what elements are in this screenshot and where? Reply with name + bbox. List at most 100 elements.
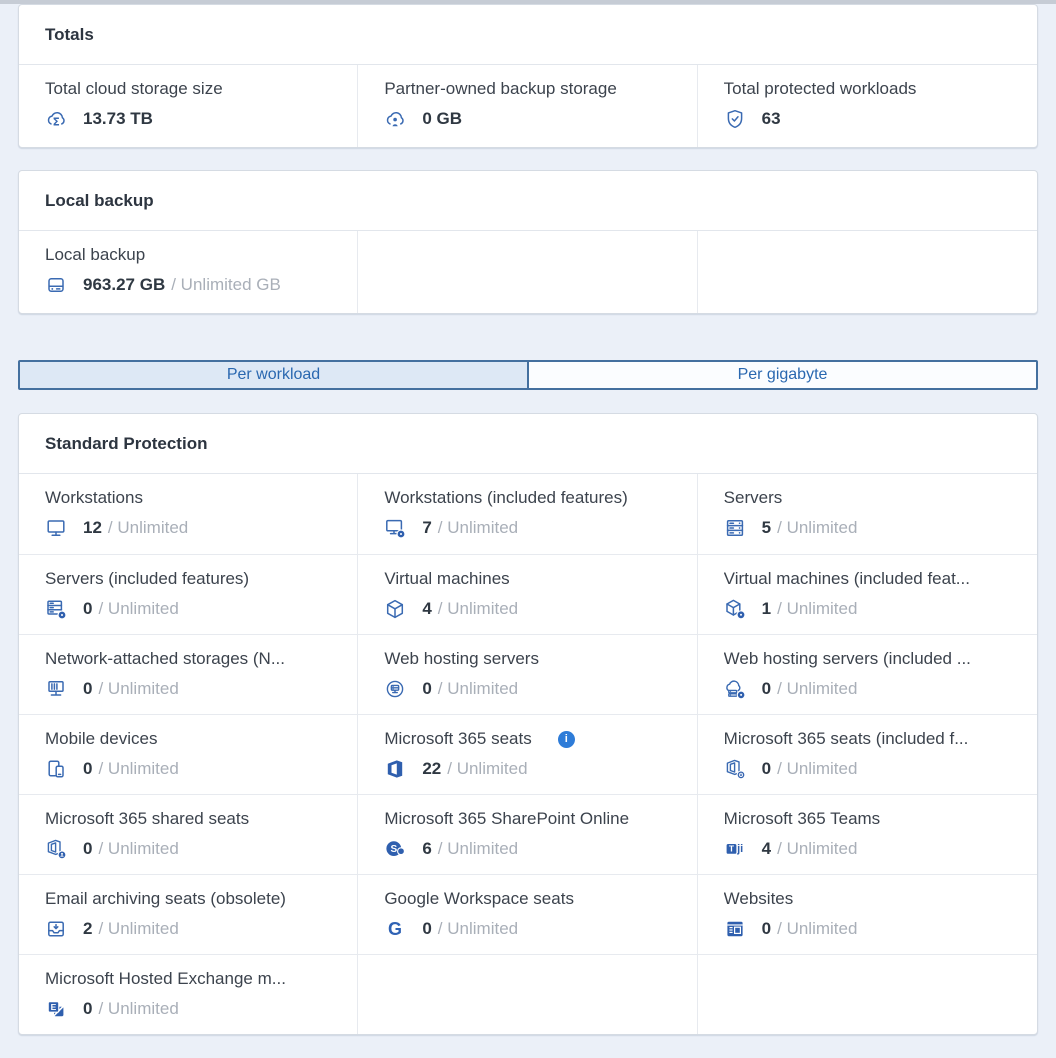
cell-microsoft-365-seats-included: Microsoft 365 seats (included f... 0 / U… [698,714,1037,794]
usage-label: Total cloud storage size [45,79,337,99]
cell-virtual-machines: Virtual machines 4 / Unlimited [358,554,697,634]
svg-text:Σ: Σ [53,117,60,129]
tab-per-gigabyte[interactable]: Per gigabyte [529,362,1036,388]
server-included-icon [45,598,67,620]
usage-value: 0 [762,759,771,779]
microsoft-365-icon [384,758,406,780]
cell-mobile-devices: Mobile devices 0 / Unlimited [19,714,358,794]
cell-microsoft-365-seats: Microsoft 365 seats i 22 / Unlimited [358,714,697,794]
usage-value: 4 [762,839,771,859]
svg-text:S: S [391,844,398,855]
usage-value: 0 [83,839,92,859]
usage-label: Virtual machines (included feat... [724,569,1017,589]
shield-check-icon [724,108,746,130]
workstation-icon [45,517,67,539]
usage-quota: / Unlimited [98,919,178,939]
teams-icon: T ji [724,838,746,860]
cell-local-backup: Local backup 963.27 GB / Unlimited GB [19,231,358,313]
web-hosting-included-icon [724,678,746,700]
web-hosting-icon [384,678,406,700]
info-icon[interactable]: i [558,731,575,748]
microsoft-365-shared-icon [45,838,67,860]
cell-web-hosting-servers: Web hosting servers 0 [358,634,697,714]
mobile-devices-icon [45,758,67,780]
empty-cell [698,231,1037,313]
tab-per-workload[interactable]: Per workload [20,362,529,388]
usage-value: 22 [422,759,441,779]
cell-workstations-included: Workstations (included features) 7 / Unl… [358,474,697,554]
usage-label: Microsoft 365 shared seats [45,809,337,829]
totals-title: Totals [19,5,1037,65]
usage-quota: / Unlimited [777,759,857,779]
cell-total-cloud-storage: Total cloud storage size Σ 13.73 TB [19,65,358,147]
usage-quota: / Unlimited [447,759,527,779]
usage-quota: / Unlimited [777,518,857,538]
svg-text:T: T [729,844,735,854]
usage-value: 4 [422,599,431,619]
cell-websites: Websites 0 / Unlimited [698,874,1037,954]
usage-quota: / Unlimited [108,518,188,538]
usage-quota: / Unlimited [777,599,857,619]
cell-microsoft-hosted-exchange: Microsoft Hosted Exchange m... E 0 / Unl… [19,954,358,1034]
usage-label: Microsoft 365 seats (included f... [724,729,1017,749]
usage-label: Mobile devices [45,729,337,749]
exchange-icon: E [45,998,67,1020]
usage-quota: / Unlimited [98,839,178,859]
empty-cell [358,954,697,1034]
usage-value: 0 [83,679,92,699]
cell-virtual-machines-included: Virtual machines (included feat... 1 / U… [698,554,1037,634]
email-archive-icon [45,918,67,940]
cell-web-hosting-servers-included: Web hosting servers (included ... [698,634,1037,714]
usage-quota: / Unlimited [98,999,178,1019]
usage-label: Microsoft 365 Teams [724,809,1017,829]
cell-servers: Servers [698,474,1037,554]
usage-value: 0 [83,999,92,1019]
cell-servers-included: Servers (included features) [19,554,358,634]
usage-value: 7 [422,518,431,538]
usage-quota: / Unlimited [777,919,857,939]
usage-label: Virtual machines [384,569,676,589]
cell-microsoft-365-shared-seats: Microsoft 365 shared seats 0 / Unlimited [19,794,358,874]
usage-label: Network-attached storages (N... [45,649,337,669]
cell-microsoft-365-sharepoint-online: Microsoft 365 SharePoint Online S 6 / Un… [358,794,697,874]
usage-label: Local backup [45,245,337,265]
usage-value: 5 [762,518,771,538]
microsoft-365-included-icon [724,758,746,780]
hard-drive-icon [45,274,67,296]
usage-quota: / Unlimited [438,518,518,538]
workstation-included-icon [384,517,406,539]
cell-workstations: Workstations 12 / Unlimited [19,474,358,554]
sharepoint-icon: S [384,838,406,860]
billing-mode-tabs: Per workload Per gigabyte [18,360,1038,390]
cloud-sigma-icon: Σ [45,108,67,130]
totals-section: Totals Total cloud storage size Σ 13.73 … [18,4,1038,148]
usage-label: Servers (included features) [45,569,337,589]
nas-icon [45,678,67,700]
usage-value: 0 [83,599,92,619]
google-icon: G [384,918,406,940]
usage-quota: / Unlimited GB [171,275,281,295]
usage-value: 13.73 TB [83,109,153,129]
usage-page: Totals Total cloud storage size Σ 13.73 … [0,4,1056,1035]
local-backup-section: Local backup Local backup 963.27 GB / Un… [18,170,1038,314]
cell-google-workspace-seats: Google Workspace seats G 0 / Unlimited [358,874,697,954]
svg-text:ji: ji [736,843,743,855]
usage-value: 963.27 GB [83,275,165,295]
svg-text:G: G [388,919,402,939]
usage-quota: / Unlimited [438,919,518,939]
usage-quota: / Unlimited [438,679,518,699]
usage-quota: / Unlimited [438,599,518,619]
usage-label: Websites [724,889,1017,909]
usage-quota: / Unlimited [777,679,857,699]
virtual-machine-icon [384,598,406,620]
standard-protection-section: Standard Protection Workstations 12 / Un… [18,413,1038,1035]
svg-text:E: E [51,1002,57,1012]
cell-email-archiving-seats: Email archiving seats (obsolete) 2 / Unl… [19,874,358,954]
websites-icon [724,918,746,940]
usage-label: Email archiving seats (obsolete) [45,889,337,909]
empty-cell [358,231,697,313]
cell-network-attached-storages: Network-attached storages (N... 0 [19,634,358,714]
usage-value: 0 [762,919,771,939]
virtual-machine-included-icon [724,598,746,620]
usage-quota: / Unlimited [98,599,178,619]
